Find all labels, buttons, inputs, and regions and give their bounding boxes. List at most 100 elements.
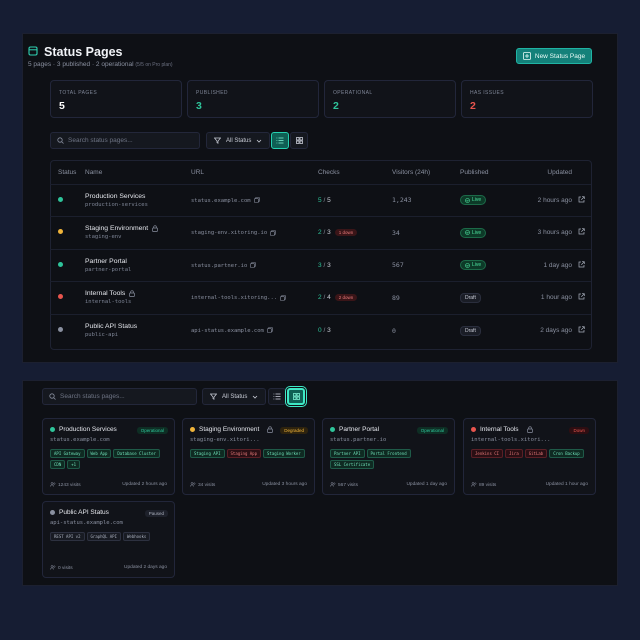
users-icon: [50, 565, 56, 570]
external-link-icon[interactable]: [578, 261, 585, 268]
card-name: Staging Environment: [199, 426, 260, 433]
copy-icon[interactable]: [270, 229, 276, 236]
new-button-label: New Status Page: [534, 52, 586, 60]
visits-label: 0 visits: [58, 566, 73, 571]
filter-icon: [210, 393, 217, 400]
url-cell: status.example.com: [191, 183, 318, 217]
lock-icon: [152, 225, 158, 232]
list-view-button[interactable]: [271, 132, 289, 149]
card-name: Internal Tools: [480, 426, 519, 433]
external-link-icon[interactable]: [578, 196, 585, 203]
updated-cell: 1 day ago: [520, 248, 572, 282]
table-row[interactable]: Internal Tools internal-tools internal-too…: [50, 281, 591, 314]
copy-icon[interactable]: [253, 197, 260, 203]
check-tag: Jenkins CI: [471, 449, 504, 458]
url-cell: api-status.example.com: [191, 313, 318, 347]
published-cell: Live: [460, 183, 520, 217]
checks-up: 0: [318, 327, 322, 334]
table-row[interactable]: Partner Portal partner-portal status.partn…: [50, 248, 591, 282]
page-slug: production-services: [85, 201, 148, 208]
page-name: Partner Portal: [85, 257, 127, 265]
subtitle-text: 5 pages · 3 published · 2 operational: [28, 61, 134, 68]
card-state-badge: Paused: [144, 510, 168, 517]
new-status-page-button[interactable]: New Status Page: [516, 48, 592, 64]
check-tag: Web App: [86, 449, 112, 458]
status-filter-select[interactable]: All Status: [206, 132, 271, 149]
checks-cell: 2 / 31 down: [318, 216, 392, 249]
status-dot: [471, 427, 476, 432]
copy-icon[interactable]: [267, 327, 273, 334]
status-page-card[interactable]: Internal Tools Down internal-tools.xitori.…: [463, 418, 596, 495]
status-page-card[interactable]: Production Services Operational status.exa…: [42, 418, 175, 495]
col-actions: [572, 162, 591, 184]
page-url[interactable]: status.partner.io: [191, 263, 247, 269]
table-row[interactable]: Staging Environment staging-env staging-en…: [50, 216, 591, 249]
status-page-card[interactable]: Public API Status Paused api-status.exampl…: [42, 501, 175, 578]
external-link-icon[interactable]: [578, 326, 585, 333]
checks-cell: 3 / 3: [318, 248, 392, 282]
checks-total: 3: [327, 261, 331, 269]
page-url[interactable]: api-status.example.com: [191, 328, 264, 334]
stat-published: Published 3: [187, 80, 319, 118]
copy-icon[interactable]: [280, 294, 286, 301]
published-label: Live: [472, 262, 482, 269]
table-row[interactable]: Public API Status public-api api-status.ex…: [50, 313, 591, 347]
search-input[interactable]: [68, 137, 188, 144]
published-cell: Live: [460, 248, 520, 282]
name-cell: Internal Tools internal-tools: [85, 281, 191, 314]
status-cell: [50, 313, 85, 347]
page-url[interactable]: staging-env.xitoring.io: [191, 230, 267, 236]
published-label: Live: [472, 229, 482, 236]
page-url[interactable]: status.example.com: [191, 198, 251, 204]
status-cell: [50, 216, 85, 249]
search-input-grid[interactable]: [60, 393, 180, 400]
stat-operational: Operational 2: [324, 80, 456, 118]
col-published: Published: [460, 169, 489, 177]
actions-cell: [572, 313, 591, 347]
grid-icon: [292, 393, 300, 400]
name-cell: Partner Portal partner-portal: [85, 248, 191, 282]
card-state-badge: Operational: [136, 427, 168, 434]
published-cell: Live: [460, 216, 520, 249]
check-tags: REST API v2 GraphQL API Webhooks: [50, 532, 170, 541]
check-tag: Webhooks: [123, 532, 151, 541]
check-tag: Staging Worker: [263, 449, 305, 458]
check-tag: GraphQL API: [86, 532, 121, 541]
table-row[interactable]: Production Services production-services st…: [50, 183, 591, 217]
actions-cell: [572, 183, 591, 217]
stat-label: Published: [196, 90, 228, 96]
plan-note: (5/5 on Pro plan): [135, 62, 173, 68]
grid-view-button[interactable]: [290, 132, 308, 149]
status-dot: [190, 427, 195, 432]
card-updated: Updated 1 hour ago: [545, 482, 588, 488]
status-dot: [50, 427, 55, 432]
external-link-icon[interactable]: [578, 293, 585, 300]
check-tags: Jenkins CI Jira GitLab Cron Backup: [471, 449, 591, 458]
card-url: internal-tools.xitori...: [471, 437, 551, 443]
stat-total-pages: Total Pages 5: [50, 80, 182, 118]
list-view-button-grid[interactable]: [268, 388, 286, 405]
page-url[interactable]: internal-tools.xitoring...: [191, 295, 277, 301]
card-state-badge: Degraded: [280, 427, 308, 434]
status-filter-select-grid[interactable]: All Status: [202, 388, 267, 405]
card-updated: Updated 1 day ago: [406, 482, 447, 488]
status-pages-icon: [28, 43, 38, 61]
status-page-card[interactable]: Partner Portal Operational status.partner.…: [322, 418, 455, 495]
stat-value: 5: [59, 100, 65, 112]
check-tags: Partner API Portal Frontend SSL Certificat…: [330, 449, 450, 469]
checks-up: 5: [318, 196, 322, 204]
stat-value: 3: [196, 100, 202, 112]
search-box-grid[interactable]: [42, 388, 197, 405]
page-name: Internal Tools: [85, 290, 126, 298]
status-cell: [50, 248, 85, 282]
copy-icon[interactable]: [250, 262, 257, 268]
status-cell: [50, 281, 85, 314]
visitors-cell: 1,243: [392, 183, 460, 217]
page-slug: public-api: [85, 332, 119, 338]
search-box[interactable]: [50, 132, 200, 149]
grid-view-button-active[interactable]: [287, 388, 305, 405]
external-link-icon[interactable]: [578, 228, 585, 235]
status-page-card[interactable]: Staging Environment Degraded staging-env.x…: [182, 418, 315, 495]
lock-icon: [267, 426, 274, 433]
plus-box-icon: [522, 52, 531, 60]
